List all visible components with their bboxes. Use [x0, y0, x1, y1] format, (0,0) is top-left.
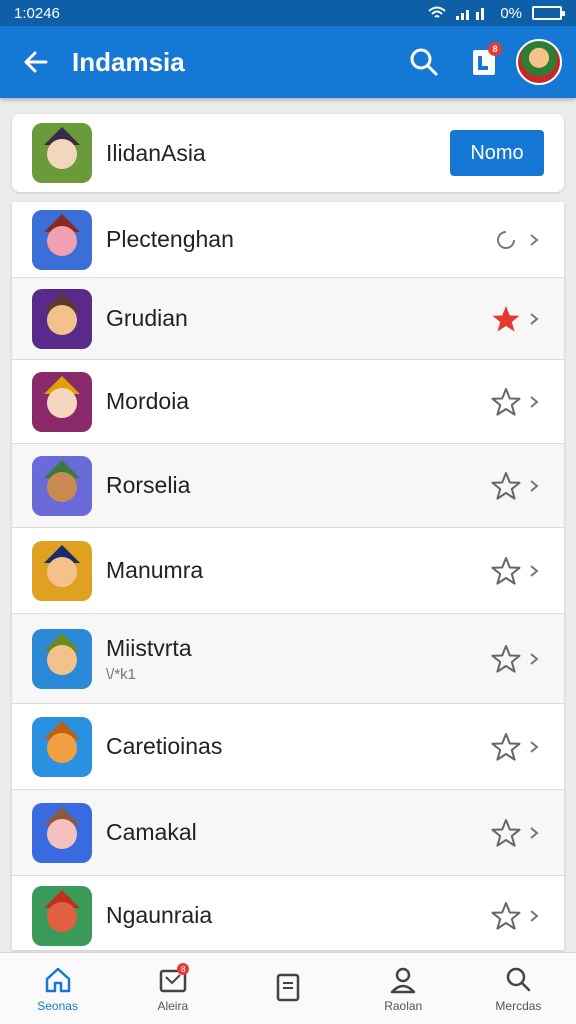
- app-icon: [32, 802, 92, 863]
- list-item[interactable]: Plectenghan: [12, 202, 564, 278]
- list-item[interactable]: Caretioinas: [12, 704, 564, 790]
- item-title: Camakal: [106, 819, 197, 845]
- icon-face: [47, 901, 77, 932]
- notification-badge: 8: [488, 42, 502, 56]
- chevron-right-icon: [524, 476, 544, 496]
- item-title: Rorselia: [106, 472, 191, 498]
- chevron-right-icon: [524, 737, 544, 757]
- list-item[interactable]: Manumra: [12, 528, 564, 614]
- document-icon: [276, 973, 300, 1001]
- status-icons: 0%: [428, 4, 565, 22]
- back-button[interactable]: [14, 40, 58, 84]
- notifications-button[interactable]: 8: [458, 36, 510, 88]
- featured-app-icon: [32, 123, 92, 183]
- icon-face: [47, 471, 77, 502]
- chevron-right-icon: [524, 823, 544, 843]
- battery-percent: 0%: [500, 4, 522, 22]
- app-list: Plectenghan Grudian Mordoia Rorselia Man…: [12, 202, 564, 950]
- list-item[interactable]: Mordoia: [12, 360, 564, 444]
- status-bar: 1:0246 0%: [0, 0, 576, 26]
- wifi-icon: [428, 6, 446, 18]
- item-title: Ngaunraia: [106, 902, 213, 928]
- chevron-right-icon: [524, 649, 544, 669]
- app-icon: [32, 371, 92, 432]
- status-time: 1:0246: [14, 4, 60, 22]
- app-icon: [32, 628, 92, 689]
- star-outline-icon[interactable]: [490, 731, 522, 763]
- chevron-right-icon: [524, 309, 544, 329]
- list-item[interactable]: Rorselia: [12, 444, 564, 528]
- app-icon: [32, 455, 92, 516]
- list-item[interactable]: Miistvrta \/*k1: [12, 614, 564, 704]
- arrow-left-icon: [24, 51, 48, 73]
- item-title: Manumra: [106, 557, 204, 583]
- icon-face: [47, 387, 77, 418]
- search-button[interactable]: [398, 36, 450, 88]
- item-subtitle: \/*k1: [106, 665, 137, 683]
- nav-label: Aleira: [157, 998, 189, 1013]
- avatar[interactable]: [516, 39, 562, 85]
- icon-face: [47, 556, 77, 587]
- person-icon: [390, 967, 416, 993]
- star-filled-icon[interactable]: [490, 303, 522, 335]
- star-outline-icon[interactable]: [490, 470, 522, 502]
- icon-face: [47, 225, 77, 256]
- chevron-right-icon: [524, 392, 544, 412]
- app-icon: [32, 209, 92, 270]
- nav-label: Mercdas: [495, 998, 542, 1013]
- star-outline-icon[interactable]: [490, 817, 522, 849]
- page-title: Indamsia: [72, 46, 185, 77]
- list-item[interactable]: Camakal: [12, 790, 564, 876]
- item-title: Mordoia: [106, 388, 190, 414]
- nav-label: Raolan: [384, 998, 423, 1013]
- nav-profile[interactable]: Raolan: [346, 953, 461, 1024]
- item-title: Plectenghan: [106, 226, 234, 252]
- icon-face: [47, 818, 77, 849]
- item-title: Miistvrta: [106, 634, 192, 661]
- chevron-right-icon: [524, 230, 544, 250]
- app-icon: [32, 288, 92, 349]
- app-icon: [32, 540, 92, 601]
- list-item[interactable]: Ngaunraia: [12, 876, 564, 950]
- star-outline-icon[interactable]: [490, 555, 522, 587]
- bottom-nav: Seonas 8 Aleira Raolan Mercdas: [0, 952, 576, 1024]
- app-bar: Indamsia 8: [0, 26, 576, 98]
- nav-search[interactable]: Mercdas: [461, 953, 576, 1024]
- home-icon: [45, 967, 70, 992]
- search-icon: [410, 48, 438, 76]
- star-outline-icon[interactable]: [490, 643, 522, 675]
- icon-face: [47, 644, 77, 675]
- signal-icon: [456, 8, 485, 20]
- search-icon: [507, 967, 531, 991]
- primary-button[interactable]: Nomo: [450, 130, 544, 176]
- featured-name: IlidanAsia: [106, 139, 206, 166]
- icon-face: [47, 732, 77, 763]
- nav-label: Seonas: [37, 998, 78, 1013]
- nav-home[interactable]: Seonas: [0, 953, 115, 1024]
- chevron-right-icon: [524, 906, 544, 926]
- loading-icon[interactable]: [490, 224, 522, 256]
- item-title: Grudian: [106, 305, 188, 331]
- battery-icon: [532, 6, 565, 20]
- star-outline-icon[interactable]: [490, 900, 522, 932]
- app-icon: [32, 885, 92, 946]
- icon-face: [47, 304, 77, 335]
- list-item[interactable]: Grudian: [12, 278, 564, 360]
- star-outline-icon[interactable]: [490, 386, 522, 418]
- nav-alerts[interactable]: 8 Aleira: [115, 953, 230, 1024]
- nav-documents[interactable]: [230, 953, 345, 1024]
- featured-card: IlidanAsia Nomo: [12, 114, 564, 192]
- item-title: Caretioinas: [106, 733, 223, 759]
- app-icon: [32, 716, 92, 777]
- chevron-right-icon: [524, 561, 544, 581]
